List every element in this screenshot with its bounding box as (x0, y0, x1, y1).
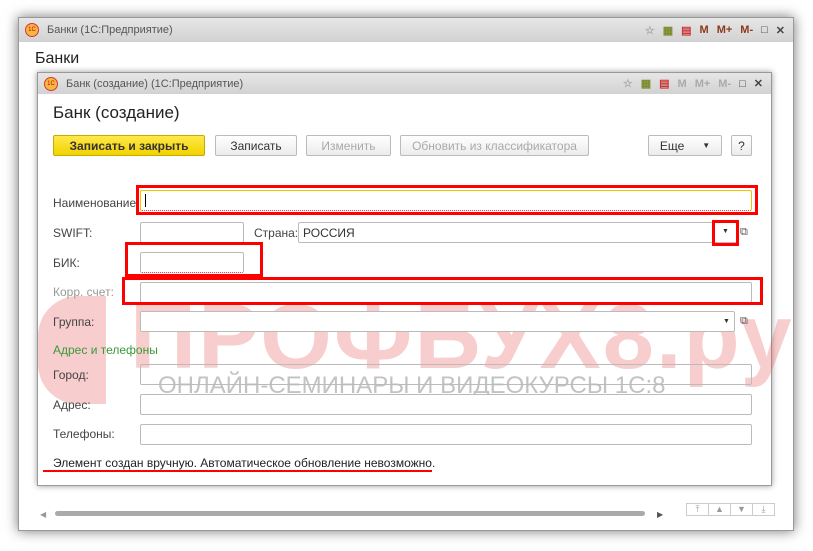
memory-minus-button[interactable]: M- (740, 24, 753, 36)
country-select[interactable]: РОССИЯ (298, 222, 737, 243)
memory-m-button[interactable]: M (700, 24, 709, 36)
go-first-icon[interactable]: ⤒ (687, 504, 709, 515)
memory-plus-button[interactable]: M+ (695, 78, 711, 90)
go-up-icon[interactable]: ▲ (709, 504, 731, 515)
dialog-title: Банк (создание) (1С:Предприятие) (66, 77, 244, 90)
city-label: Город: (53, 368, 89, 382)
close-icon[interactable]: ✕ (776, 24, 785, 37)
name-label: Наименование: (53, 196, 140, 210)
1c-logo-icon: 1С (25, 23, 39, 37)
outer-title-bar: 1С Банки (1С:Предприятие) ☆ ▦ ▤ M M+ M- … (19, 18, 793, 42)
save-button[interactable]: Записать (215, 135, 297, 156)
outer-heading: Банки (35, 50, 80, 67)
open-icon[interactable]: ⧉ (740, 226, 748, 239)
highlight-corr-account (122, 277, 763, 305)
address-label: Адрес: (53, 398, 91, 412)
highlight-country-dropdown (712, 220, 739, 246)
scroll-left-icon[interactable]: ◀ (40, 510, 46, 519)
bik-label: БИК: (53, 256, 80, 270)
calendar-icon[interactable]: ▤ (681, 24, 691, 37)
go-last-icon[interactable]: ⤓ (753, 504, 774, 515)
more-button[interactable]: Еще ▼ (648, 135, 722, 156)
save-and-close-button[interactable]: Записать и закрыть (53, 135, 205, 156)
maximize-icon[interactable]: □ (739, 78, 746, 90)
city-input[interactable] (140, 364, 752, 385)
more-label: Еще (659, 138, 685, 153)
address-input[interactable] (140, 394, 752, 415)
outer-window-title: Банки (1С:Предприятие) (47, 24, 173, 36)
swift-input[interactable] (140, 222, 244, 243)
help-button[interactable]: ? (731, 135, 752, 156)
section-address-phones[interactable]: Адрес и телефоны (53, 343, 158, 357)
group-select[interactable] (140, 311, 735, 332)
calculator-icon[interactable]: ▦ (641, 77, 651, 90)
calculator-icon[interactable]: ▦ (663, 24, 673, 37)
favorite-icon[interactable]: ☆ (645, 24, 655, 37)
dialog-heading: Банк (создание) (53, 103, 180, 122)
highlight-name (136, 185, 758, 215)
calendar-icon[interactable]: ▤ (659, 77, 669, 90)
memory-m-button[interactable]: M (678, 78, 687, 90)
country-label: Страна: (254, 226, 299, 240)
corr-account-label: Корр. счет: (53, 285, 114, 299)
maximize-icon[interactable]: □ (761, 24, 768, 36)
edit-button[interactable]: Изменить (306, 135, 391, 156)
memory-plus-button[interactable]: M+ (717, 24, 733, 36)
1c-logo-icon: 1С (44, 76, 58, 91)
group-dropdown-icon[interactable]: ▼ (723, 318, 730, 325)
scroll-right-icon[interactable]: ▶ (657, 510, 663, 519)
swift-label: SWIFT: (53, 226, 93, 240)
country-value: РОССИЯ (303, 226, 355, 240)
horizontal-scrollbar[interactable] (55, 511, 645, 516)
status-message: Элемент создан вручную. Автоматическое о… (53, 456, 436, 470)
close-icon[interactable]: ✕ (754, 77, 763, 90)
chevron-down-icon: ▼ (702, 141, 711, 150)
message-underline (43, 470, 432, 472)
favorite-icon[interactable]: ☆ (623, 77, 633, 90)
update-from-classifier-button[interactable]: Обновить из классификатора (400, 135, 589, 156)
go-down-icon[interactable]: ▼ (731, 504, 753, 515)
group-label: Группа: (53, 315, 95, 329)
phones-input[interactable] (140, 424, 752, 445)
navigation-buttons: ⤒ ▲ ▼ ⤓ (686, 503, 775, 516)
phones-label: Телефоны: (53, 427, 115, 441)
open-icon[interactable]: ⧉ (740, 315, 748, 328)
memory-minus-button[interactable]: M- (718, 78, 731, 90)
highlight-bik (125, 242, 263, 277)
dialog-title-bar: 1С Банк (создание) (1С:Предприятие) ☆ ▦ … (38, 73, 771, 94)
